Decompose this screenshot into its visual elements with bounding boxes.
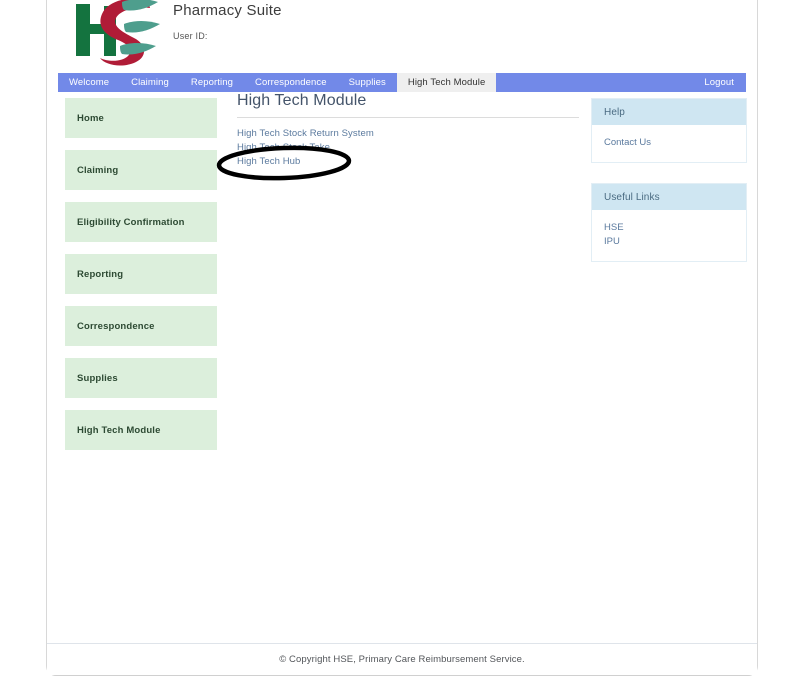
nav-item-correspondence[interactable]: Correspondence [244,73,338,92]
sidebar-item-reporting[interactable]: Reporting [65,254,217,294]
main-content: High Tech Module High Tech Stock Return … [237,92,582,169]
sidebar-item-claiming[interactable]: Claiming [65,150,217,190]
screenshot-root: Pharmacy Suite User ID: Welcome Claiming… [0,0,798,699]
sidebar-item-home[interactable]: Home [65,98,217,138]
sidebar: Home Claiming Eligibility Confirmation R… [65,98,217,462]
user-id-label: User ID: [173,31,208,41]
nav-item-claiming[interactable]: Claiming [120,73,180,92]
page-container: Pharmacy Suite User ID: Welcome Claiming… [46,0,758,676]
link-high-tech-stock-return-system[interactable]: High Tech Stock Return System [237,127,374,140]
hse-logo-icon [60,0,168,68]
help-panel: Help Contact Us [591,98,747,163]
link-ipu[interactable]: IPU [604,235,620,249]
link-contact-us[interactable]: Contact Us [604,136,651,150]
help-panel-body: Contact Us [592,125,746,162]
nav-item-supplies[interactable]: Supplies [338,73,397,92]
main-navigation: Welcome Claiming Reporting Correspondenc… [58,73,746,92]
link-hse[interactable]: HSE [604,221,624,235]
module-link-list: High Tech Stock Return System High Tech … [237,127,582,168]
body-region: Home Claiming Eligibility Confirmation R… [47,92,757,643]
help-panel-title: Help [592,99,746,125]
sidebar-item-correspondence[interactable]: Correspondence [65,306,217,346]
useful-links-panel: Useful Links HSE IPU [591,183,747,262]
sidebar-item-supplies[interactable]: Supplies [65,358,217,398]
brand-block: Pharmacy Suite User ID: [173,2,282,41]
useful-links-panel-title: Useful Links [592,184,746,210]
nav-item-reporting[interactable]: Reporting [180,73,244,92]
useful-links-panel-body: HSE IPU [592,210,746,261]
right-rail: Help Contact Us Useful Links HSE IPU [591,98,747,282]
logout-button[interactable]: Logout [692,73,746,92]
page-header: Pharmacy Suite User ID: [47,0,757,72]
app-title: Pharmacy Suite [173,2,282,19]
page-title: High Tech Module [237,92,579,118]
nav-item-welcome[interactable]: Welcome [58,73,120,92]
link-high-tech-stock-take[interactable]: High Tech Stock Take [237,141,330,154]
sidebar-item-high-tech-module[interactable]: High Tech Module [65,410,217,450]
copyright-text: © Copyright HSE, Primary Care Reimbursem… [279,654,525,665]
sidebar-item-eligibility-confirmation[interactable]: Eligibility Confirmation [65,202,217,242]
page-footer: © Copyright HSE, Primary Care Reimbursem… [47,643,757,675]
link-high-tech-hub[interactable]: High Tech Hub [237,155,300,168]
nav-item-high-tech-module[interactable]: High Tech Module [396,73,497,92]
